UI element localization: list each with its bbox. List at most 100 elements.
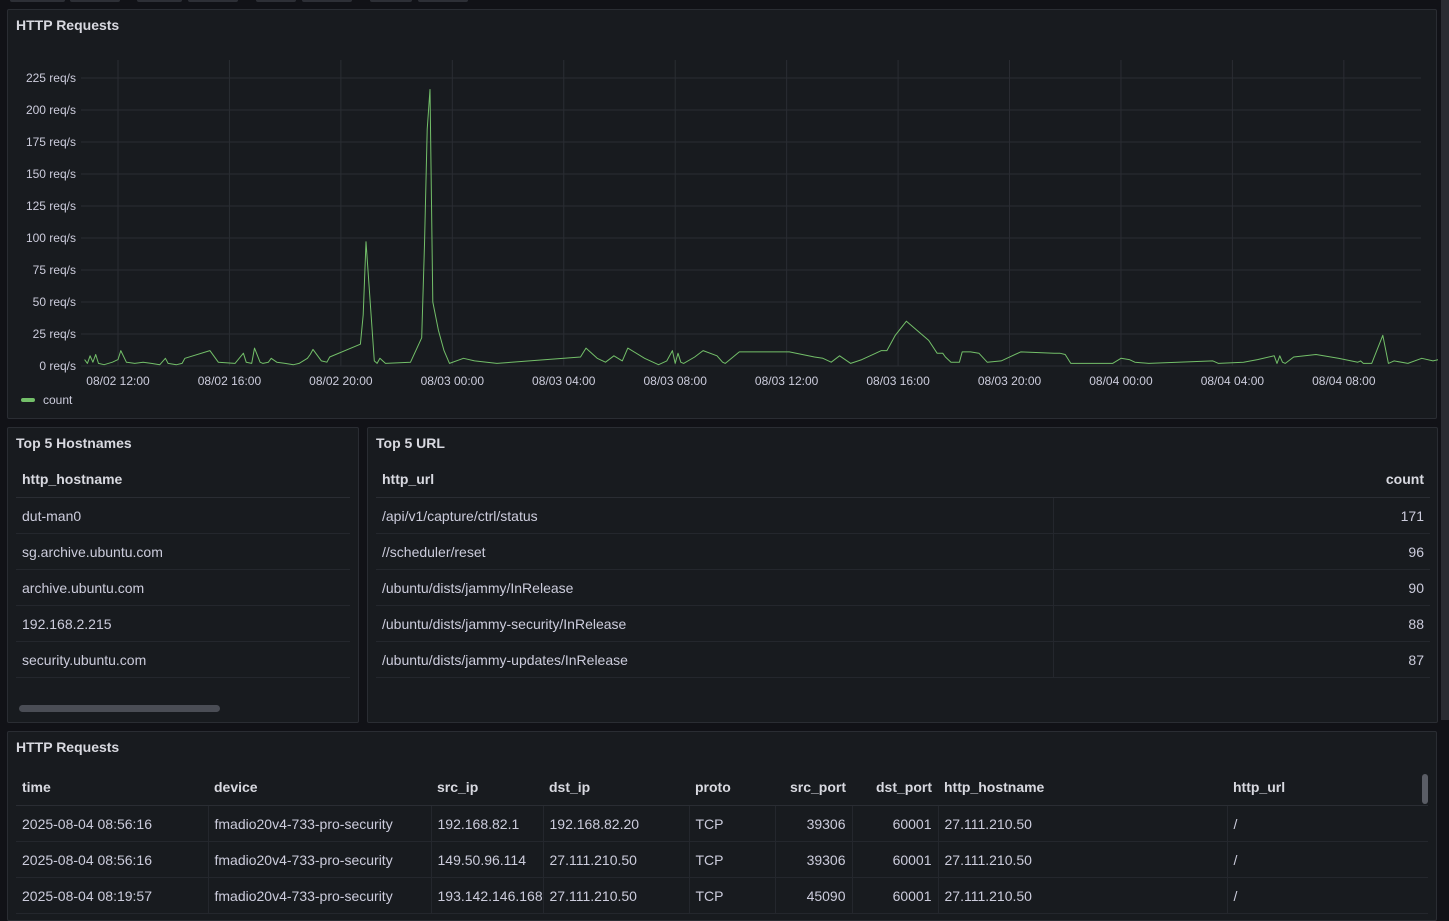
table-row[interactable]: 192.168.2.215 bbox=[16, 605, 350, 642]
y-tick-label: 125 req/s bbox=[26, 199, 76, 213]
url-cell: /api/v1/capture/ctrl/status bbox=[376, 497, 1054, 534]
chart-legend[interactable]: count bbox=[21, 393, 72, 407]
y-tick-label: 175 req/s bbox=[26, 135, 76, 149]
hostname-cell: archive.ubuntu.com bbox=[16, 569, 350, 606]
requests-panel-title: HTTP Requests bbox=[16, 739, 120, 755]
hostnames-table: http_hostname dut-man0 sg.archive.ubuntu… bbox=[16, 461, 350, 678]
url-cell: /ubuntu/dists/jammy/InRelease bbox=[376, 569, 1054, 606]
y-tick-label: 225 req/s bbox=[26, 71, 76, 85]
toolbar-control[interactable] bbox=[302, 0, 352, 2]
y-tick-label: 0 req/s bbox=[39, 359, 76, 373]
x-tick-label: 08/03 08:00 bbox=[643, 374, 707, 388]
column-header-src-ip[interactable]: src_ip bbox=[431, 769, 543, 806]
time-cell: 2025-08-04 08:56:16 bbox=[16, 841, 209, 878]
toolbar-control[interactable] bbox=[256, 0, 296, 2]
toolbar-control[interactable] bbox=[188, 0, 238, 2]
x-tick-label: 08/03 12:00 bbox=[755, 374, 819, 388]
hostname-cell: dut-man0 bbox=[16, 497, 350, 534]
src-port-cell: 45090 bbox=[775, 877, 853, 914]
src-ip-cell: 192.168.82.1 bbox=[431, 805, 544, 842]
http-requests-line-chart[interactable]: 0 req/s 25 req/s 50 req/s 75 req/s 100 req/s… bbox=[8, 10, 1438, 390]
src-ip-cell: 149.50.96.114 bbox=[431, 841, 544, 878]
table-row[interactable]: security.ubuntu.com bbox=[16, 641, 350, 678]
top-hostnames-panel: Top 5 Hostnames http_hostname dut-man0 s… bbox=[7, 427, 359, 723]
table-row[interactable]: 2025-08-04 08:56:16 fmadio20v4-733-pro-se… bbox=[16, 805, 1428, 842]
hostname-cell: 192.168.2.215 bbox=[16, 605, 350, 642]
x-tick-label: 08/04 08:00 bbox=[1312, 374, 1376, 388]
column-header-device[interactable]: device bbox=[208, 769, 431, 806]
table-row[interactable]: /ubuntu/dists/jammy-updates/InRelease 87 bbox=[376, 641, 1430, 678]
column-header-count[interactable]: count bbox=[1053, 461, 1430, 498]
table-row[interactable]: 2025-08-04 08:56:16 fmadio20v4-733-pro-se… bbox=[16, 841, 1428, 878]
http-url-cell: / bbox=[1227, 805, 1428, 842]
horizontal-scrollbar[interactable] bbox=[19, 705, 220, 712]
series-line-count[interactable] bbox=[84, 89, 1438, 366]
dst-ip-cell: 192.168.82.20 bbox=[543, 805, 690, 842]
time-cell: 2025-08-04 08:56:16 bbox=[16, 805, 209, 842]
device-cell: fmadio20v4-733-pro-security bbox=[208, 841, 432, 878]
http-requests-chart-panel: HTTP Requests 0 req/s 25 req/s 50 req/s 75 … bbox=[7, 9, 1438, 419]
urls-table: http_url count /api/v1/capture/ctrl/stat… bbox=[376, 461, 1430, 678]
proto-cell: TCP bbox=[689, 877, 776, 914]
column-header-dst-ip[interactable]: dst_ip bbox=[543, 769, 689, 806]
toolbar-control[interactable] bbox=[418, 0, 468, 2]
vertical-scrollbar[interactable] bbox=[1422, 774, 1428, 804]
table-row[interactable]: 2025-08-04 08:19:57 fmadio20v4-733-pro-se… bbox=[16, 877, 1428, 914]
requests-table: time device src_ip dst_ip proto src_port… bbox=[16, 769, 1428, 914]
table-row[interactable]: /api/v1/capture/ctrl/status 171 bbox=[376, 497, 1430, 534]
column-header-http-url[interactable]: http_url bbox=[1227, 769, 1428, 806]
proto-cell: TCP bbox=[689, 841, 776, 878]
dst-port-cell: 60001 bbox=[852, 877, 939, 914]
x-tick-label: 08/04 00:00 bbox=[1089, 374, 1153, 388]
table-row[interactable]: sg.archive.ubuntu.com bbox=[16, 533, 350, 570]
y-tick-label: 75 req/s bbox=[33, 263, 76, 277]
count-cell: 88 bbox=[1053, 605, 1430, 642]
x-tick-label: 08/02 16:00 bbox=[198, 374, 262, 388]
device-cell: fmadio20v4-733-pro-security bbox=[208, 877, 432, 914]
toolbar-control[interactable] bbox=[370, 0, 412, 2]
hostname-cell: sg.archive.ubuntu.com bbox=[16, 533, 350, 570]
device-cell: fmadio20v4-733-pro-security bbox=[208, 805, 432, 842]
x-tick-label: 08/04 04:00 bbox=[1201, 374, 1265, 388]
count-cell: 87 bbox=[1053, 641, 1430, 678]
column-header-dst-port[interactable]: dst_port bbox=[852, 769, 938, 806]
src-port-cell: 39306 bbox=[775, 805, 853, 842]
top-toolbar-strip bbox=[0, 0, 1449, 6]
table-row[interactable]: dut-man0 bbox=[16, 497, 350, 534]
url-cell: /ubuntu/dists/jammy-updates/InRelease bbox=[376, 641, 1054, 678]
urls-panel-title: Top 5 URL bbox=[376, 435, 445, 451]
url-cell: /ubuntu/dists/jammy-security/InRelease bbox=[376, 605, 1054, 642]
top-urls-panel: Top 5 URL http_url count /api/v1/capture… bbox=[367, 427, 1438, 723]
url-cell: //scheduler/reset bbox=[376, 533, 1054, 570]
toolbar-control[interactable] bbox=[70, 0, 120, 2]
http-hostname-cell: 27.111.210.50 bbox=[938, 805, 1228, 842]
y-tick-label: 150 req/s bbox=[26, 167, 76, 181]
dst-port-cell: 60001 bbox=[852, 805, 939, 842]
legend-label-count: count bbox=[43, 393, 73, 407]
src-port-cell: 39306 bbox=[775, 841, 853, 878]
table-row[interactable]: //scheduler/reset 96 bbox=[376, 533, 1430, 570]
column-header-http-hostname[interactable]: http_hostname bbox=[938, 769, 1227, 806]
dst-port-cell: 60001 bbox=[852, 841, 939, 878]
legend-swatch-count bbox=[21, 398, 35, 402]
toolbar-control[interactable] bbox=[137, 0, 182, 2]
column-header-http-hostname[interactable]: http_hostname bbox=[16, 461, 350, 498]
x-tick-label: 08/02 20:00 bbox=[309, 374, 373, 388]
column-header-src-port[interactable]: src_port bbox=[775, 769, 852, 806]
right-edge-scrollbar-track[interactable] bbox=[1441, 0, 1449, 720]
table-row[interactable]: /ubuntu/dists/jammy/InRelease 90 bbox=[376, 569, 1430, 606]
proto-cell: TCP bbox=[689, 805, 776, 842]
table-row[interactable]: archive.ubuntu.com bbox=[16, 569, 350, 606]
http-hostname-cell: 27.111.210.50 bbox=[938, 877, 1228, 914]
http-hostname-cell: 27.111.210.50 bbox=[938, 841, 1228, 878]
y-tick-label: 25 req/s bbox=[33, 327, 76, 341]
column-header-proto[interactable]: proto bbox=[689, 769, 775, 806]
column-header-time[interactable]: time bbox=[16, 769, 208, 806]
y-tick-label: 200 req/s bbox=[26, 103, 76, 117]
toolbar-control[interactable] bbox=[10, 0, 65, 2]
table-row[interactable]: /ubuntu/dists/jammy-security/InRelease 88 bbox=[376, 605, 1430, 642]
y-tick-label: 50 req/s bbox=[33, 295, 76, 309]
count-cell: 96 bbox=[1053, 533, 1430, 570]
column-header-http-url[interactable]: http_url bbox=[376, 461, 1053, 498]
x-tick-label: 08/03 20:00 bbox=[978, 374, 1042, 388]
